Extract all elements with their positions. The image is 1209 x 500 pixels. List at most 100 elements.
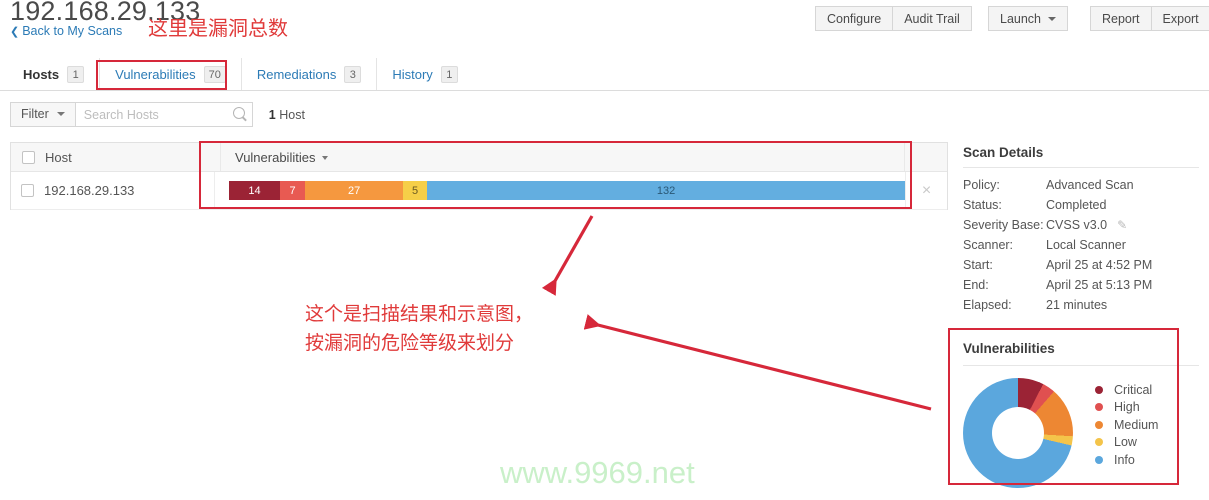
tab-remediations-count: 3 xyxy=(344,65,362,83)
tab-vulnerabilities[interactable]: Vulnerabilities 70 xyxy=(100,58,242,90)
host-count-label: Host xyxy=(279,107,305,122)
search-hosts-wrapper[interactable] xyxy=(74,102,253,127)
filter-bar: Filter 1 Host xyxy=(10,102,305,127)
header-actions-cell xyxy=(904,143,947,171)
tab-list: Hosts 1 Vulnerabilities 70 Remediations … xyxy=(10,58,473,90)
configure-button[interactable]: Configure xyxy=(815,6,894,31)
filter-dropdown-button[interactable]: Filter xyxy=(10,102,75,127)
detail-key-severity-base: Severity Base: xyxy=(963,218,1044,232)
audit-trail-button[interactable]: Audit Trail xyxy=(892,6,972,31)
vulnerabilities-donut-chart[interactable] xyxy=(963,378,1073,488)
legend-label-medium: Medium xyxy=(1114,417,1159,432)
detail-row-end: End: April 25 at 5:13 PM xyxy=(963,275,1199,295)
select-all-checkbox[interactable] xyxy=(21,150,35,164)
severity-segment-info[interactable]: 132 xyxy=(427,181,906,200)
legend-dot-low xyxy=(1095,438,1103,447)
chevron-down-icon xyxy=(1048,16,1057,21)
detail-key-scanner: Scanner: xyxy=(963,238,1014,252)
column-header-vulnerabilities-label: Vulnerabilities xyxy=(235,149,316,165)
detail-value-end: April 25 at 5:13 PM xyxy=(1046,278,1153,292)
detail-row-scanner: Scanner: Local Scanner xyxy=(963,235,1199,255)
tab-bar: Hosts 1 Vulnerabilities 70 Remediations … xyxy=(0,58,1209,91)
tab-hosts-count: 1 xyxy=(67,65,85,83)
tab-vulnerabilities-count: 70 xyxy=(203,65,226,83)
table-header-row: Host Vulnerabilities xyxy=(11,143,947,172)
legend-dot-info xyxy=(1095,455,1103,464)
export-button[interactable]: Export xyxy=(1150,6,1209,31)
severity-segment-low[interactable]: 5 xyxy=(402,181,428,200)
legend-label-info: Info xyxy=(1114,452,1135,467)
annotation-text-chart: 这个是扫描结果和示意图， 按漏洞的危险等级来划分 xyxy=(305,300,533,358)
host-count: 1 Host xyxy=(269,108,305,122)
detail-value-status: Completed xyxy=(1046,198,1107,212)
row-checkbox[interactable] xyxy=(21,184,35,197)
detail-key-start: Start: xyxy=(963,258,993,272)
detail-value-severity-base: CVSS v3.0 xyxy=(1046,218,1108,232)
severity-segment-critical[interactable]: 14 xyxy=(229,181,280,200)
pencil-icon[interactable]: ✎ xyxy=(1117,218,1127,232)
search-input[interactable] xyxy=(75,103,230,126)
detail-key-elapsed: Elapsed: xyxy=(963,298,1012,312)
detail-key-status: Status: xyxy=(963,198,1002,212)
legend-item-high[interactable]: High xyxy=(1095,399,1158,417)
annotation-arrow-2 xyxy=(583,314,932,411)
table-row[interactable]: 192.168.29.133 14 7 27 5 132 × xyxy=(11,172,947,210)
scan-details-panel: Scan Details Policy: Advanced Scan Statu… xyxy=(963,145,1199,315)
tab-history-count: 1 xyxy=(440,65,458,83)
hosts-table: Host Vulnerabilities 192.168.29.133 14 7 2… xyxy=(10,142,948,210)
header-button-group-launch: Launch xyxy=(988,6,1069,31)
severity-distribution-bar[interactable]: 14 7 27 5 132 xyxy=(229,181,906,200)
row-vulnerabilities-cell: 14 7 27 5 132 xyxy=(214,172,906,209)
row-select-cell xyxy=(11,184,44,197)
detail-value-start: April 25 at 4:52 PM xyxy=(1046,258,1153,272)
legend-dot-medium xyxy=(1095,420,1103,429)
severity-segment-medium[interactable]: 27 xyxy=(305,181,403,200)
search-icon xyxy=(232,107,245,119)
detail-value-policy: Advanced Scan xyxy=(1046,178,1134,192)
severity-segment-high[interactable]: 7 xyxy=(279,181,306,200)
chevron-left-icon: ❮ xyxy=(10,26,20,38)
legend-dot-critical xyxy=(1095,385,1103,394)
launch-button-label: Launch xyxy=(1000,12,1042,26)
report-button[interactable]: Report xyxy=(1090,6,1152,31)
launch-button[interactable]: Launch xyxy=(988,6,1069,31)
header-button-group-output: Report Export xyxy=(1090,6,1209,31)
legend-item-low[interactable]: Low xyxy=(1095,434,1158,452)
scan-details-list: Policy: Advanced Scan Status: Completed … xyxy=(963,175,1199,315)
remove-host-button[interactable]: × xyxy=(905,172,947,209)
legend-label-low: Low xyxy=(1114,435,1137,450)
legend-item-critical[interactable]: Critical xyxy=(1095,381,1158,399)
tab-vulnerabilities-label: Vulnerabilities xyxy=(115,66,196,82)
watermark: www.9969.net xyxy=(500,455,695,490)
vulnerabilities-chart-title: Vulnerabilities xyxy=(963,341,1199,366)
back-to-my-scans-link[interactable]: ❮ Back to My Scans xyxy=(10,24,122,38)
tab-history-label: History xyxy=(392,66,433,82)
header-button-group-primary: Configure Audit Trail xyxy=(815,6,972,31)
sort-descending-icon xyxy=(322,156,329,160)
legend-label-high: High xyxy=(1114,400,1140,415)
detail-value-scanner: Local Scanner xyxy=(1046,238,1126,252)
legend-label-critical: Critical xyxy=(1114,382,1153,397)
detail-row-severity-base: Severity Base: CVSS v3.0 ✎ xyxy=(963,215,1199,235)
tab-history[interactable]: History 1 xyxy=(377,58,472,90)
detail-key-policy: Policy: xyxy=(963,178,1000,192)
tab-remediations-label: Remediations xyxy=(256,66,337,82)
detail-row-policy: Policy: Advanced Scan xyxy=(963,175,1199,195)
detail-row-status: Status: Completed xyxy=(963,195,1199,215)
row-host-value[interactable]: 192.168.29.133 xyxy=(44,183,214,198)
page-header: 192.168.29.133 ❮ Back to My Scans Configu… xyxy=(0,0,1209,52)
host-count-number: 1 xyxy=(268,107,276,122)
tab-hosts[interactable]: Hosts 1 xyxy=(10,58,101,90)
legend-item-medium[interactable]: Medium xyxy=(1095,416,1158,434)
detail-value-elapsed: 21 minutes xyxy=(1046,298,1108,312)
legend-dot-high xyxy=(1095,403,1103,412)
tab-remediations[interactable]: Remediations 3 xyxy=(242,58,378,90)
column-header-host[interactable]: Host xyxy=(45,150,220,165)
detail-row-elapsed: Elapsed: 21 minutes xyxy=(963,295,1199,315)
scan-details-title: Scan Details xyxy=(963,145,1199,168)
back-link-label: Back to My Scans xyxy=(22,24,123,38)
column-header-vulnerabilities[interactable]: Vulnerabilities xyxy=(220,143,904,171)
donut-chart-legend: Critical High Medium Low Info xyxy=(1095,381,1158,469)
annotation-text-chart-line2: 按漏洞的危险等级来划分 xyxy=(305,332,515,354)
legend-item-info[interactable]: Info xyxy=(1095,451,1158,469)
